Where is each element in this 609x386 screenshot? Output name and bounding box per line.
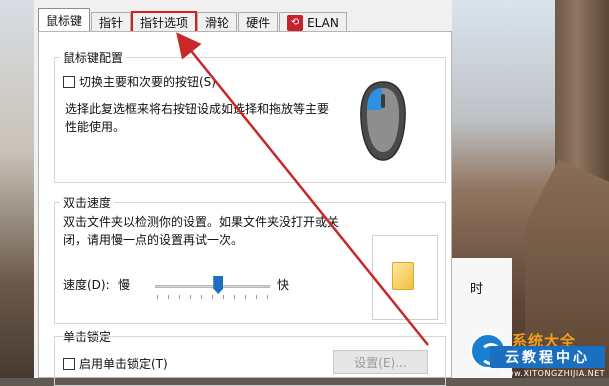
mouse-icon — [360, 81, 406, 161]
speed-label: 速度(D): — [63, 278, 110, 292]
swap-buttons-checkbox[interactable] — [63, 76, 75, 88]
double-click-description-line1: 双击文件夹以检测你的设置。如果文件夹没打开或关 — [63, 215, 340, 229]
swap-description-line1: 选择此复选框来将右按钮设成如选择和拖放等主要 — [65, 102, 330, 116]
tab-buttons[interactable]: 鼠标键 — [38, 8, 91, 32]
elan-logo-icon: ⟲ — [287, 14, 304, 31]
watermark-badge: 云教程中心 — [490, 346, 605, 368]
tab-pointer-options[interactable]: 指针选项 — [131, 11, 198, 33]
click-lock-option[interactable]: 启用单击锁定(T) — [63, 355, 168, 373]
watermark-url: www.XITONGZHIJIA.NET — [500, 369, 606, 378]
swap-buttons-option[interactable]: 切换主要和次要的按钮(S) — [63, 73, 216, 91]
click-lock-checkbox[interactable] — [63, 358, 75, 370]
settings-button[interactable]: 设置(E)... — [333, 350, 428, 374]
tab-strip: 鼠标键 指针 指针选项 滑轮 硬件 ⟲ ELAN — [38, 8, 348, 33]
watermark: 系统大全 云教程中心 www.XITONGZHIJIA.NET — [470, 330, 609, 378]
tab-elan[interactable]: ⟲ ELAN — [279, 12, 347, 32]
speed-slow-label: 慢 — [118, 278, 131, 292]
background-photo-left — [0, 0, 34, 378]
speed-fast-label: 快 — [277, 278, 290, 292]
button-config-title: 鼠标键配置 — [60, 49, 127, 66]
swap-description-line2: 性能使用。 — [65, 120, 126, 134]
folder-icon[interactable] — [392, 262, 414, 290]
tab-pointers[interactable]: 指针 — [91, 12, 132, 32]
double-click-description-line2: 闭，请用慢一点的设置再试一次。 — [63, 233, 244, 247]
speed-slider-track[interactable] — [155, 285, 270, 288]
tab-wheel[interactable]: 滑轮 — [197, 12, 238, 32]
speed-slider-ticks — [157, 295, 269, 299]
background-window-text: 时 — [470, 282, 484, 297]
double-click-title: 双击速度 — [60, 194, 115, 211]
tab-hardware[interactable]: 硬件 — [238, 12, 279, 32]
